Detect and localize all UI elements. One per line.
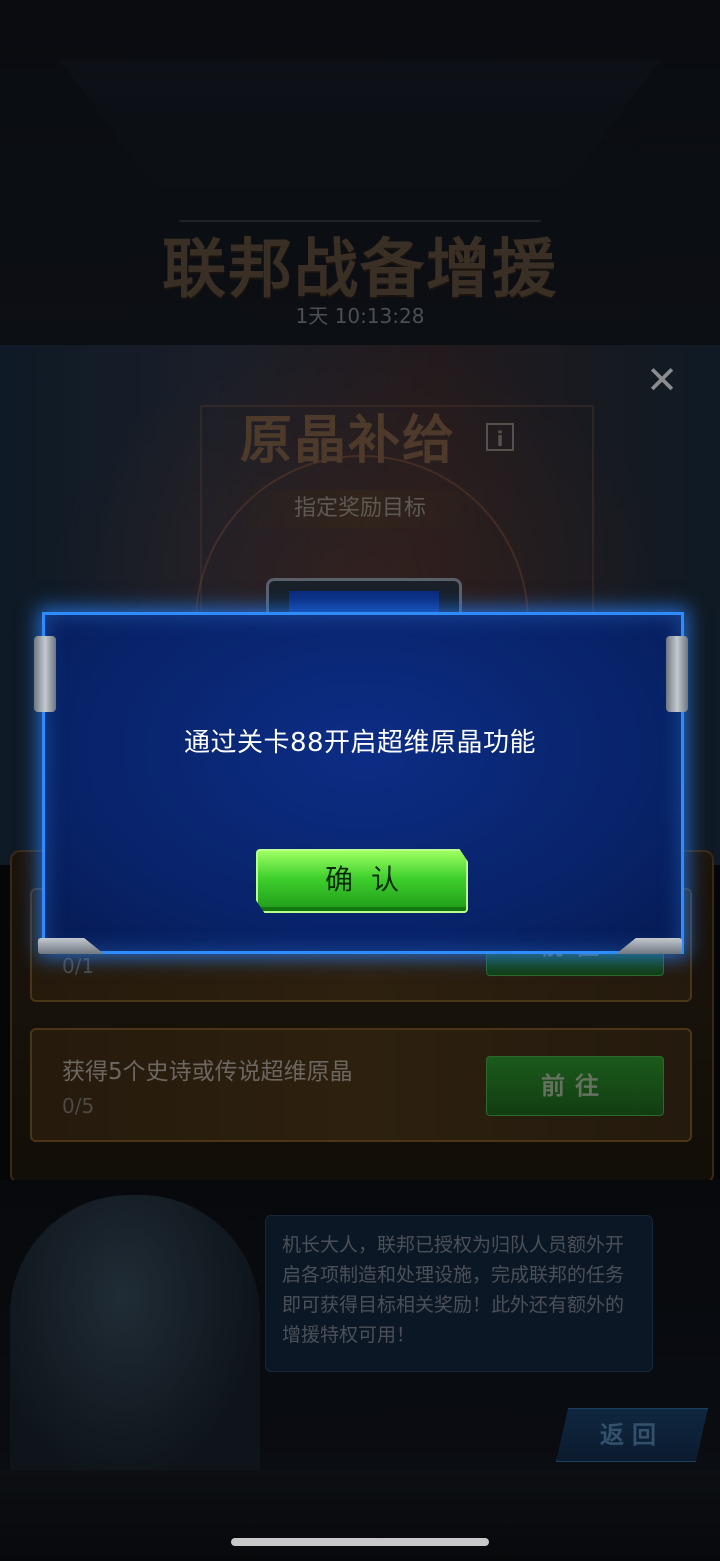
task-card: 获得5个史诗或传说超维原晶 0/5 前往	[30, 1028, 692, 1142]
crystal-panel-title: 原晶补给	[240, 411, 457, 471]
bottom-bar	[0, 1470, 720, 1561]
modal-left-bracket-decoration	[34, 636, 56, 712]
captain-character-image	[10, 1195, 260, 1485]
modal-right-bracket-decoration	[666, 636, 688, 712]
dialog-bubble: 机长大人，联邦已授权为归队人员额外开启各项制造和处理设施，完成联邦的任务即可获得…	[265, 1215, 653, 1372]
task-name: 获得5个史诗或传说超维原晶	[62, 1059, 353, 1085]
task-go-button[interactable]: 前往	[486, 1056, 664, 1116]
modal-message: 通过关卡88开启超维原晶功能	[183, 728, 537, 758]
reward-target-label: 指定奖励目标	[230, 490, 490, 528]
event-title: 联邦战备增援	[162, 233, 558, 307]
back-button[interactable]: 返回	[556, 1408, 708, 1462]
task-progress: 0/1	[62, 954, 95, 978]
task-progress: 0/5	[62, 1094, 95, 1118]
event-timer: 1天 10:13:28	[295, 304, 425, 328]
dialog-text: 机长大人，联邦已授权为归队人员额外开启各项制造和处理设施，完成联邦的任务即可获得…	[282, 1234, 625, 1346]
confirm-button[interactable]: 确认	[256, 849, 468, 913]
home-indicator[interactable]	[231, 1538, 489, 1546]
info-icon[interactable]: i	[486, 423, 514, 451]
close-icon[interactable]: ✕	[644, 361, 680, 399]
